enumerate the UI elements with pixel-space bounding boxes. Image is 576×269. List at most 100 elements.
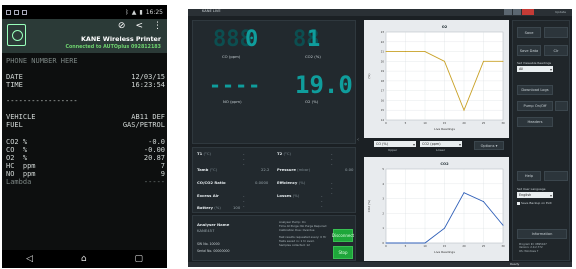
close-button[interactable] xyxy=(522,9,534,15)
co2-label: CO2 xyxy=(305,54,314,59)
x-tick-label: 15 xyxy=(443,121,447,125)
x-tick-label: 30 xyxy=(501,121,505,125)
reading-value: -0.0 xyxy=(148,137,165,146)
download-logs-button[interactable]: Download Logs xyxy=(517,85,553,95)
y-tick-label: 18 xyxy=(381,79,385,83)
param-battery-label: Battery xyxy=(197,205,214,210)
y-tick-label: 16 xyxy=(381,98,385,102)
no-label: NO xyxy=(223,99,229,104)
param-efficiency-label: Efficiency xyxy=(277,180,298,185)
data-point xyxy=(502,224,504,226)
app-bar: ⊘ < ⋮ KANE Wireless Printer Connected to… xyxy=(2,19,167,53)
autoload-row[interactable]: Save Backup on Exit xyxy=(517,201,552,205)
chart-controls: CO (%) Upper CO2 (ppm) Lower Options ▾ xyxy=(364,139,509,155)
y-tick-label: 3 xyxy=(382,197,384,201)
upper-dropdown[interactable]: CO (%) xyxy=(374,141,416,147)
home-icon[interactable]: ⌂ xyxy=(81,254,87,264)
x-tick-label: 0 xyxy=(385,244,387,248)
x-axis-label: Live Readings xyxy=(434,250,455,254)
vehicle-label: VEHICLE xyxy=(6,113,36,122)
overflow-menu-icon[interactable]: ⋮ xyxy=(153,21,162,31)
info-line: OS: Windows 7 xyxy=(519,249,539,253)
information-button[interactable]: Information xyxy=(517,229,567,239)
receipt-divider: ----------------- xyxy=(6,97,78,106)
x-tick-label: 25 xyxy=(482,244,486,248)
help-button[interactable]: Help xyxy=(517,171,541,181)
options-button[interactable]: Options ▾ xyxy=(474,141,504,150)
back-icon[interactable]: ◁ xyxy=(26,254,33,264)
disconnect-button[interactable]: Disconnect xyxy=(332,229,354,242)
co-readout: 0 xyxy=(245,27,259,52)
y-tick-label: 0 xyxy=(382,241,384,245)
co2-unit: (%) xyxy=(314,54,321,59)
window-title-bar: KANE LIVE Update xyxy=(188,9,572,16)
analyser-name-label: Analyser Name xyxy=(197,222,230,227)
co2-chart: 0123450 5 10 15 20 25 30CO2Live ReadingsCO2 (%… xyxy=(367,162,505,254)
stop-button[interactable]: Stop xyxy=(333,246,353,259)
reading-row: O2 % 20.87 xyxy=(6,154,165,162)
param-excess-air-value: --- xyxy=(243,193,245,208)
maximize-button[interactable] xyxy=(513,9,521,15)
data-point xyxy=(405,242,406,244)
vehicle-value: AB11 DEF xyxy=(131,113,165,122)
reading-value: ----- xyxy=(143,178,165,187)
x-tick-label: 5 xyxy=(405,121,407,125)
param-excess-air: Excess Air --- xyxy=(197,193,244,208)
recent-apps-icon[interactable]: ▢ xyxy=(134,254,143,264)
y-axis-label: CO2 (%) xyxy=(367,200,371,213)
parameters-panel: T1 (°C) --- T2 (°C) --- Tamb (°C) 22.2 Pres… xyxy=(192,147,356,213)
pump-extra-button[interactable] xyxy=(555,101,568,111)
param-t2: T2 (°C) --- xyxy=(277,151,332,166)
autoload-label: Save Backup on Exit xyxy=(521,201,552,205)
extra-button[interactable] xyxy=(544,27,568,38)
share-icon[interactable]: < xyxy=(135,21,143,31)
pump-onoff-button[interactable]: Pump On/Off xyxy=(517,101,553,111)
notification-icons xyxy=(6,9,27,15)
data-point xyxy=(385,242,387,244)
param-excess-air-label: Excess Air xyxy=(197,193,219,198)
language-dropdown[interactable]: English xyxy=(517,192,553,198)
param-tamb-label: Tamb xyxy=(197,167,209,172)
param-losses-label: Losses xyxy=(277,193,292,198)
save-data-button[interactable]: Save Data xyxy=(517,45,541,56)
battery-icon: ▮ xyxy=(139,8,143,16)
minimize-button[interactable] xyxy=(504,9,512,15)
status-line: Samples collected: 12 xyxy=(279,242,310,247)
x-tick-label: 25 xyxy=(482,121,486,125)
reading-label: HC ppm xyxy=(6,161,36,170)
param-t1-unit: (°C) xyxy=(203,151,211,156)
y-tick-label: 22 xyxy=(381,40,385,44)
data-point xyxy=(424,242,426,244)
x-tick-label: 10 xyxy=(423,121,427,125)
param-t1-label: T1 xyxy=(197,151,203,156)
update-link[interactable]: Update xyxy=(555,10,566,14)
o2-label: O2 xyxy=(305,99,311,104)
clear-button[interactable]: Clr xyxy=(544,45,568,56)
autoload-checkbox[interactable] xyxy=(517,201,520,205)
chart-title: CO2 xyxy=(440,162,449,166)
save-button[interactable]: Save xyxy=(517,27,541,38)
lower-dropdown[interactable]: CO2 (ppm) xyxy=(420,141,462,147)
readings-dropdown[interactable]: All xyxy=(517,66,553,72)
param-t2-value: --- xyxy=(331,151,333,166)
app-title: KANE Wireless Printer xyxy=(80,35,161,43)
o2-readout: 19.0 xyxy=(295,71,353,99)
param-ratio-label: CO/CO2 Ratio xyxy=(197,180,226,185)
headers-button[interactable]: Headers xyxy=(517,117,553,127)
co2-chart-panel: 0 1 2 3 4 5 0 5 10 15 20 25 30 CO2 Live Readings CO2 (%… xyxy=(364,157,509,261)
serial-value: 00000000 xyxy=(213,249,230,253)
status-time: 16:25 xyxy=(145,8,163,16)
co-unit: (ppm) xyxy=(228,54,241,59)
signal-icon: ▲ xyxy=(131,8,137,16)
reading-label: O2 % xyxy=(6,153,28,162)
param-tamb-value: 22.2 xyxy=(261,167,270,172)
data-point xyxy=(424,51,426,53)
collapse-arrow-icon[interactable]: ‹ xyxy=(357,137,359,143)
help-extra-button[interactable] xyxy=(544,171,568,181)
param-tamb-unit: (°C) xyxy=(209,167,218,172)
data-point xyxy=(405,51,406,53)
window-title: KANE LIVE xyxy=(202,9,221,13)
block-icon[interactable]: ⊘ xyxy=(118,21,126,31)
date-label: DATE xyxy=(6,73,23,82)
reading-row: NO ppm 9 xyxy=(6,170,165,178)
